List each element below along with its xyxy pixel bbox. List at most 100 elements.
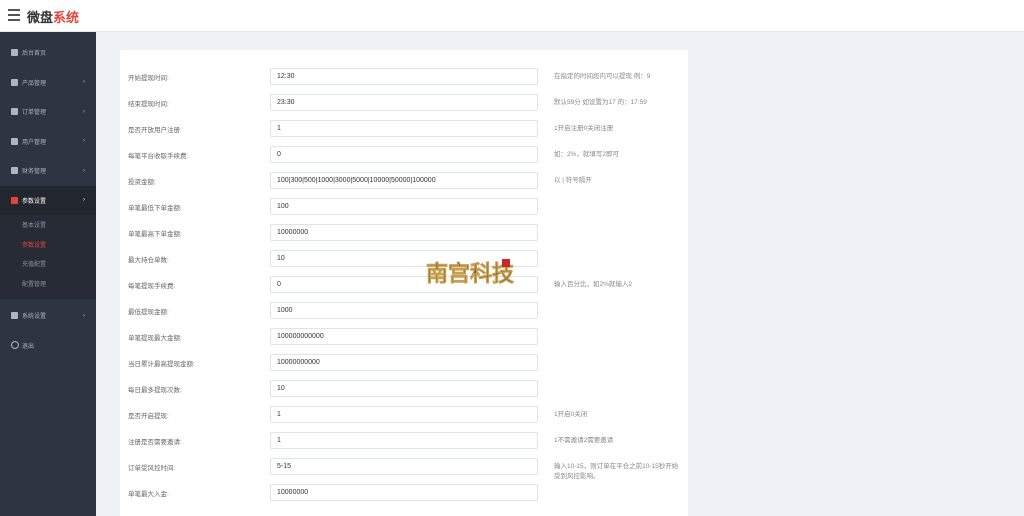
settings-book-icon [11,196,18,204]
form-row: 每笔提现手续费: 输入百分比，如2%就输入2 [120,273,688,299]
submenu-item-3[interactable]: 配置管理 [0,274,96,294]
chevron-right-icon: › [83,138,85,145]
sidebar-item-3[interactable]: 用户管理 › [0,127,96,157]
sidebar-item-2[interactable]: 订单管理 › [0,97,96,127]
form-row: 单笔最高下单金额: [120,221,688,247]
field-hint: 以 | 符号隔开 [554,177,592,184]
field-label: 开始提现时间: [128,75,169,82]
sidebar-item-label: 参数设置 [22,198,47,205]
form-row: 是否开放用户注册: 1开启注册0关闭注册 [120,117,688,143]
sidebar-item-label: 系统设置 [22,314,47,321]
field-label: 投资金额: [128,179,156,186]
top-bar: 微盘系统 [0,0,1024,32]
field-hint: 输入10-15，则订单在平仓之前10-15秒开始受到风控影响。 [554,463,679,480]
field-label: 每日最多提现次数: [128,387,182,394]
chevron-right-icon: › [83,312,85,319]
form-row: 最大持仓单数: [120,247,688,273]
sidebar-item-label: 产品管理 [22,80,47,87]
sidebar: 后台首页 产品管理 › 订单管理 › 用户管理 › 财务管理 › 参数设置 › 基本设置 参数设置 充值… [0,32,96,516]
form-row: 单笔最大入金: [120,481,688,507]
field-label: 单笔提现最大金额: [128,335,182,342]
field-hint: 1开启注册0关闭注册 [554,125,614,132]
field-input[interactable] [270,94,538,111]
field-hint: 1开启0关闭 [554,411,588,418]
field-input[interactable] [270,484,538,501]
field-input[interactable] [270,432,538,449]
watermark-logo: 南宫科技 [426,259,515,287]
field-label: 当日累计最高提现金额: [128,361,195,368]
form-row: 最低提现金额: [120,299,688,325]
field-input[interactable] [270,146,538,163]
power-icon [11,341,19,350]
sidebar-item-label: 用户管理 [22,139,47,146]
sidebar-item-4[interactable]: 财务管理 › [0,156,96,186]
field-label: 是否开启提现: [128,413,169,420]
watermark-seal-icon [502,259,510,267]
form-row: 投资金额: 以 | 符号隔开 [120,169,688,195]
app-brand: 微盘系统 [27,7,79,26]
sidebar-item-label: 退出 [22,343,35,350]
form-row: 注册是否需要邀请: 1不需邀请2需要邀请 [120,429,688,455]
form-row: 每笔平台收取手续费: 如：2%，就填写2即可 [120,143,688,169]
field-label: 单笔最大入金: [128,491,169,498]
submenu-item-2[interactable]: 充值配置 [0,254,96,274]
field-input[interactable] [270,458,538,475]
sidebar-item-label: 财务管理 [22,169,47,176]
form-row: 结束提现时间: 默认59分 如设置为17 的：17:59 [120,91,688,117]
submenu-item-1[interactable]: 参数设置 [0,235,96,255]
field-label: 单笔最高下单金额: [128,231,182,238]
field-input[interactable] [270,198,538,215]
dashboard-icon [11,49,18,57]
form-row: 是否开启提现: 1开启0关闭 [120,403,688,429]
field-label: 注册是否需要邀请: [128,439,182,446]
field-label: 结束提现时间: [128,101,169,108]
field-input[interactable] [270,302,538,319]
copy-icon [11,108,18,116]
field-input[interactable] [270,354,538,371]
sidebar-bottom-item-1[interactable]: 退出 [0,331,96,361]
menu-toggle-icon[interactable] [8,9,20,23]
yen-icon [11,167,18,175]
field-hint: 1不需邀请2需要邀请 [554,437,614,444]
field-input[interactable] [270,406,538,423]
field-hint: 在指定的时间段内可以提现 例：9 [554,73,651,80]
field-input[interactable] [270,380,538,397]
form-row: 单笔最低下单金额: [120,195,688,221]
field-label: 最大持仓单数: [128,257,169,264]
field-label: 最低提现金额: [128,309,169,316]
field-input[interactable] [270,68,538,85]
sidebar-submenu: 基本设置 参数设置 充值配置 配置管理 [0,215,96,299]
user-icon [11,137,18,145]
sidebar-item-0[interactable]: 后台首页 [0,38,96,68]
field-hint: 输入百分比，如2%就输入2 [554,281,633,288]
brand-system: 系统 [53,10,80,25]
chevron-right-icon: › [83,79,85,86]
field-input[interactable] [270,172,538,189]
chevron-right-icon: › [83,108,85,115]
sidebar-item-1[interactable]: 产品管理 › [0,68,96,98]
form-row: 订单受风控时间: 输入10-15，则订单在平仓之前10-15秒开始受到风控影响。 [120,455,688,481]
form-row: 开始提现时间: 在指定的时间段内可以提现 例：9 [120,65,688,91]
settings-form: 开始提现时间: 在指定的时间段内可以提现 例：9 结束提现时间: 默认59分 如设置为… [120,50,688,516]
field-label: 订单受风控时间: [128,465,176,472]
sidebar-bottom-item-0[interactable]: 系统设置 › [0,301,96,331]
sidebar-item-label: 后台首页 [22,51,47,58]
chevron-right-icon: › [83,167,85,174]
field-label: 每笔平台收取手续费: [128,153,189,160]
field-hint: 默认59分 如设置为17 的：17:59 [554,99,647,106]
bitcoin-icon [11,78,18,86]
field-input[interactable] [270,328,538,345]
brand-name: 微盘 [27,10,54,25]
field-input[interactable] [270,120,538,137]
watermark-text: 南宫科技 [426,261,515,287]
sidebar-item-label: 订单管理 [22,110,47,117]
field-hint: 如：2%，就填写2即可 [554,151,620,158]
field-label: 单笔最低下单金额: [128,205,182,212]
field-input[interactable] [270,224,538,241]
sidebar-item-5[interactable]: 参数设置 › [0,185,96,215]
field-label: 是否开放用户注册: [128,127,182,134]
form-row: 每日最多提现次数: [120,377,688,403]
submenu-item-0[interactable]: 基本设置 [0,215,96,235]
cogs-icon [11,312,18,320]
form-row: 当日累计最高提现金额: [120,351,688,377]
